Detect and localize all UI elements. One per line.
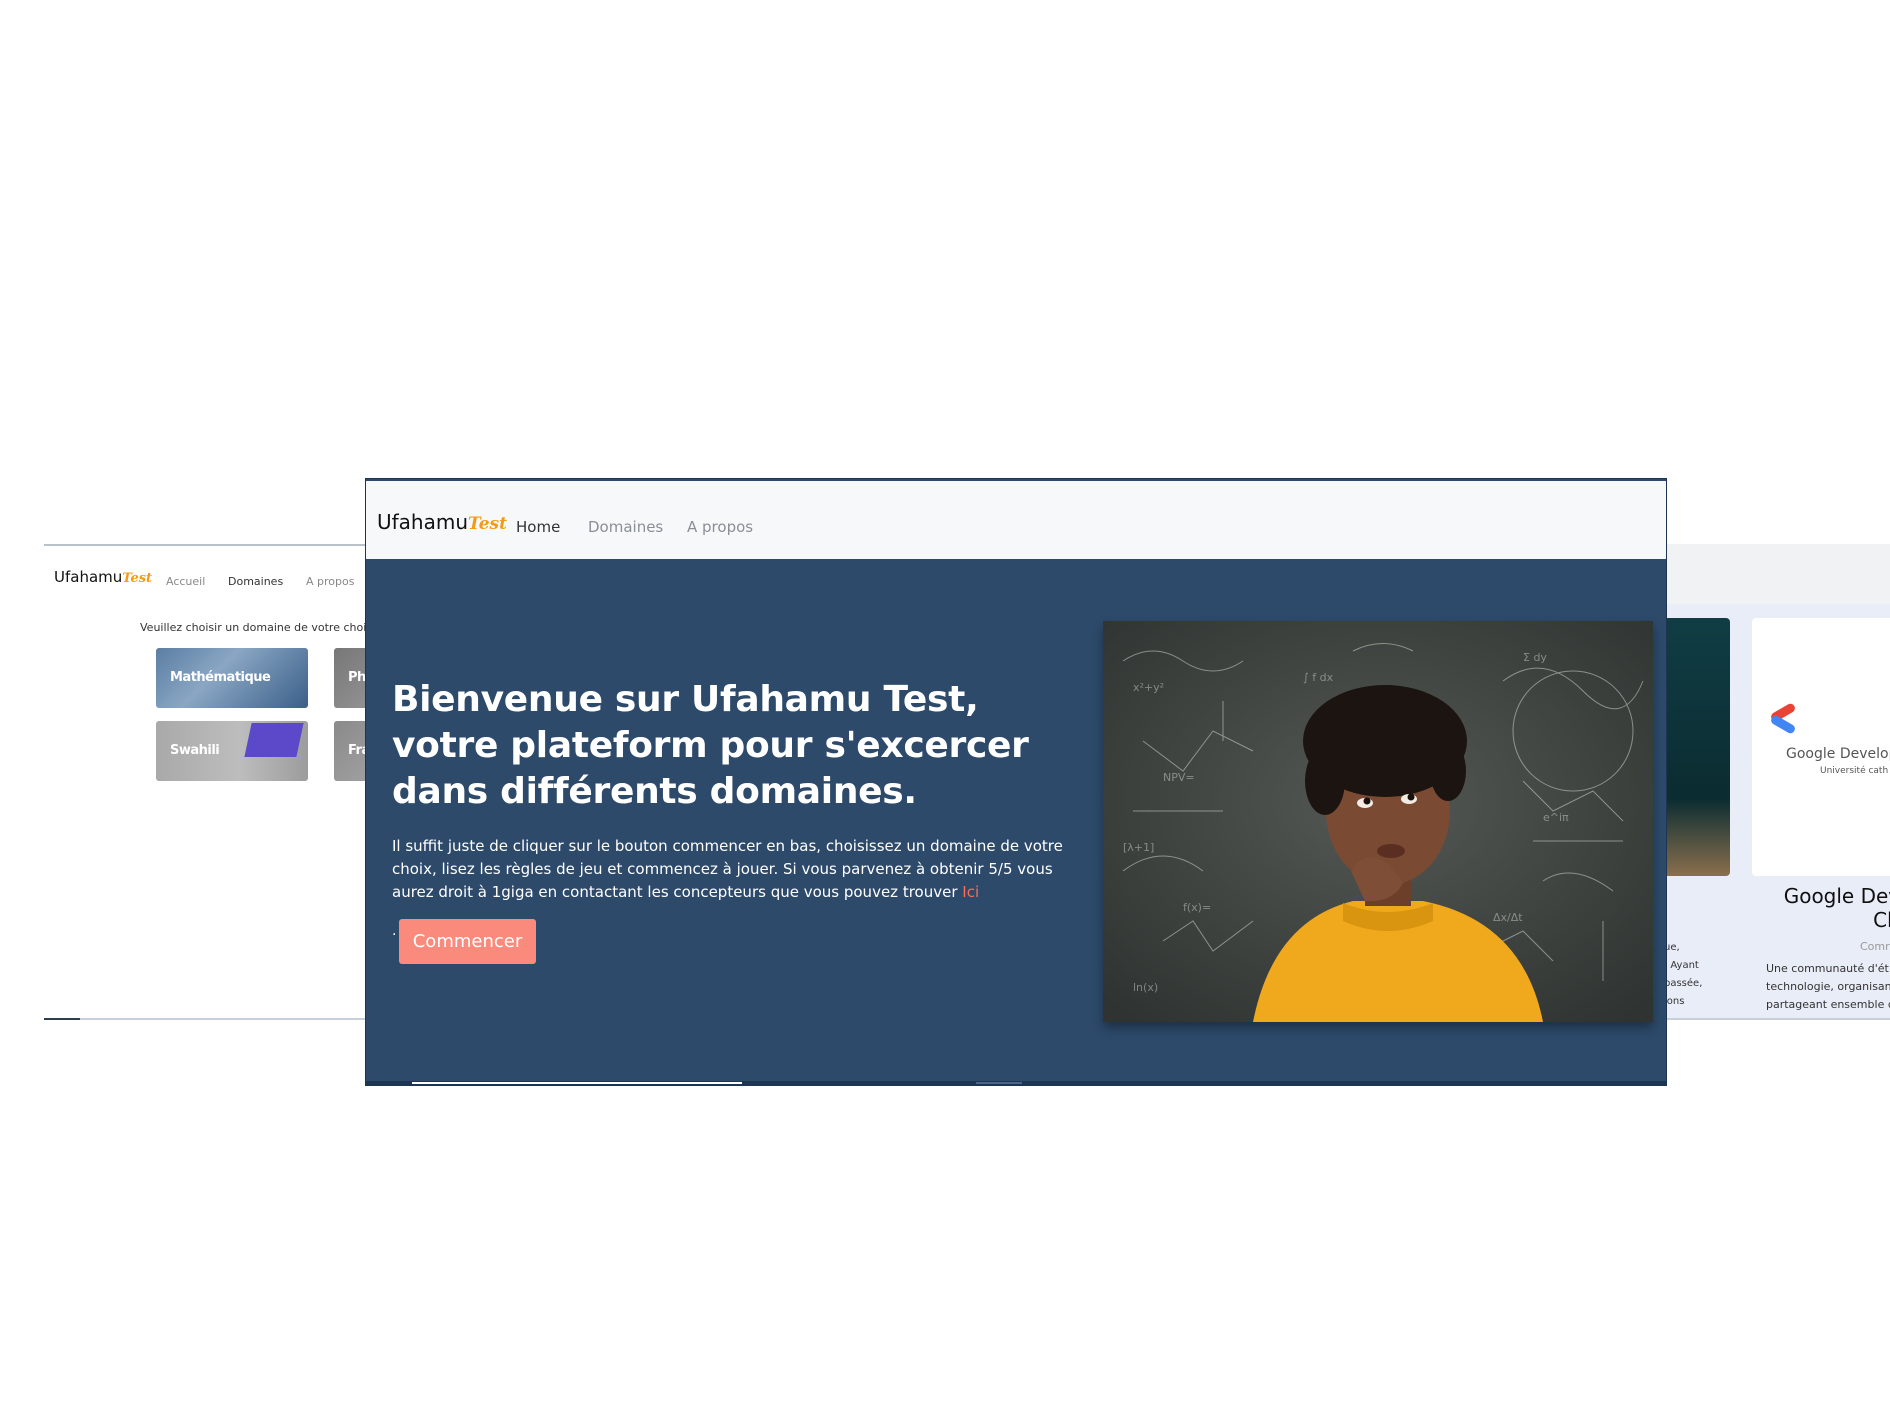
svg-text:f(x)=: f(x)= <box>1183 901 1211 914</box>
brand-name: Ufahamu <box>377 510 469 534</box>
club-card-text: ue, . Ayant passée, ions <box>1664 939 1724 1011</box>
brand-logo[interactable]: UfahamuTest <box>377 510 507 534</box>
svg-text:[λ+1]: [λ+1] <box>1123 841 1154 854</box>
gdsc-card-description: Une communauté d'ét technologie, organis… <box>1766 960 1890 1014</box>
domain-tile-mathematique[interactable]: Mathématique <box>156 648 308 708</box>
domain-tile-label: Ph <box>348 670 366 685</box>
brand-accent: Test <box>122 571 153 586</box>
commencer-button[interactable]: Commencer <box>399 919 536 964</box>
desc-line: technologie, organisan <box>1766 980 1890 993</box>
domain-prompt: Veuillez choisir un domaine de votre cho… <box>140 621 373 634</box>
svg-text:e^iπ: e^iπ <box>1543 811 1569 824</box>
left-nav-domaines[interactable]: Domaines <box>228 575 283 588</box>
bottom-divider <box>1664 1018 1890 1020</box>
svg-text:x²+y²: x²+y² <box>1133 681 1164 694</box>
svg-text:Δx/Δt: Δx/Δt <box>1493 911 1523 924</box>
bottom-divider <box>44 1018 384 1020</box>
snippet-line: ions <box>1664 996 1685 1007</box>
snippet-line: . Ayant <box>1664 960 1699 971</box>
left-brand-logo[interactable]: UfahamuTest <box>54 568 152 586</box>
domain-tile-label: Mathématique <box>170 670 271 685</box>
hero-description: Il suffit juste de cliquer sur le bouton… <box>392 835 1092 904</box>
gdsc-card-title: Google Devel Club <box>1768 884 1890 932</box>
svg-text:∫ f dx: ∫ f dx <box>1303 671 1334 684</box>
left-background-screenshot: UfahamuTest Accueil Domaines A propos Ve… <box>44 544 384 1020</box>
svg-text:ln(x): ln(x) <box>1133 981 1158 994</box>
domain-tile-swahili[interactable]: Swahili <box>156 721 308 781</box>
snippet-line: ue, <box>1664 942 1680 953</box>
svg-text:NPV=: NPV= <box>1163 771 1195 784</box>
nav-domaines[interactable]: Domaines <box>588 518 663 536</box>
gdsc-card-category: Comr <box>1860 940 1890 953</box>
right-background-screenshot: ue, . Ayant passée, ions Google Develop … <box>1664 544 1890 1020</box>
gdsc-logo-name: Google Develop <box>1786 746 1890 762</box>
brand-accent: Test <box>468 514 507 534</box>
snippet-line: passée, <box>1664 978 1703 989</box>
nav-home[interactable]: Home <box>516 518 560 536</box>
club-card-image[interactable] <box>1664 618 1730 876</box>
left-navbar: UfahamuTest Accueil Domaines A propos <box>44 546 384 604</box>
tile-illustration <box>244 723 304 757</box>
nav-apropos[interactable]: A propos <box>687 518 753 536</box>
divider-accent <box>44 1018 80 1020</box>
hero-image: x²+y² NPV= [λ+1] f(x)= Σ dy e^iπ Δx/Δt ∫… <box>1103 621 1653 1022</box>
main-page-screenshot: UfahamuTest Home Domaines A propos Bienv… <box>366 479 1666 1085</box>
gdsc-logo-sub: Université cath <box>1820 766 1889 776</box>
left-nav-apropos[interactable]: A propos <box>306 575 354 588</box>
google-developers-icon <box>1769 702 1800 735</box>
strip-segment <box>412 1082 742 1084</box>
navbar: UfahamuTest Home Domaines A propos <box>366 479 1666 559</box>
brand-name: Ufahamu <box>54 568 123 586</box>
domain-tile-label: Swahili <box>170 743 220 758</box>
list-bullet: . <box>392 923 397 939</box>
bottom-strip <box>366 1081 1666 1085</box>
desc-line: Une communauté d'ét <box>1766 962 1889 975</box>
desc-line: partageant ensemble d <box>1766 998 1890 1011</box>
card-title-line: Google Devel <box>1783 884 1890 908</box>
hero-title: Bienvenue sur Ufahamu Test, votre platef… <box>392 679 1029 812</box>
card-title-line: Club <box>1873 908 1890 932</box>
left-nav-accueil[interactable]: Accueil <box>166 575 205 588</box>
contact-link[interactable]: Ici <box>962 883 979 901</box>
svg-text:Σ dy: Σ dy <box>1523 651 1547 664</box>
child-chalkboard-illustration: x²+y² NPV= [λ+1] f(x)= Σ dy e^iπ Δx/Δt ∫… <box>1103 621 1653 1022</box>
strip-segment <box>976 1082 1022 1084</box>
